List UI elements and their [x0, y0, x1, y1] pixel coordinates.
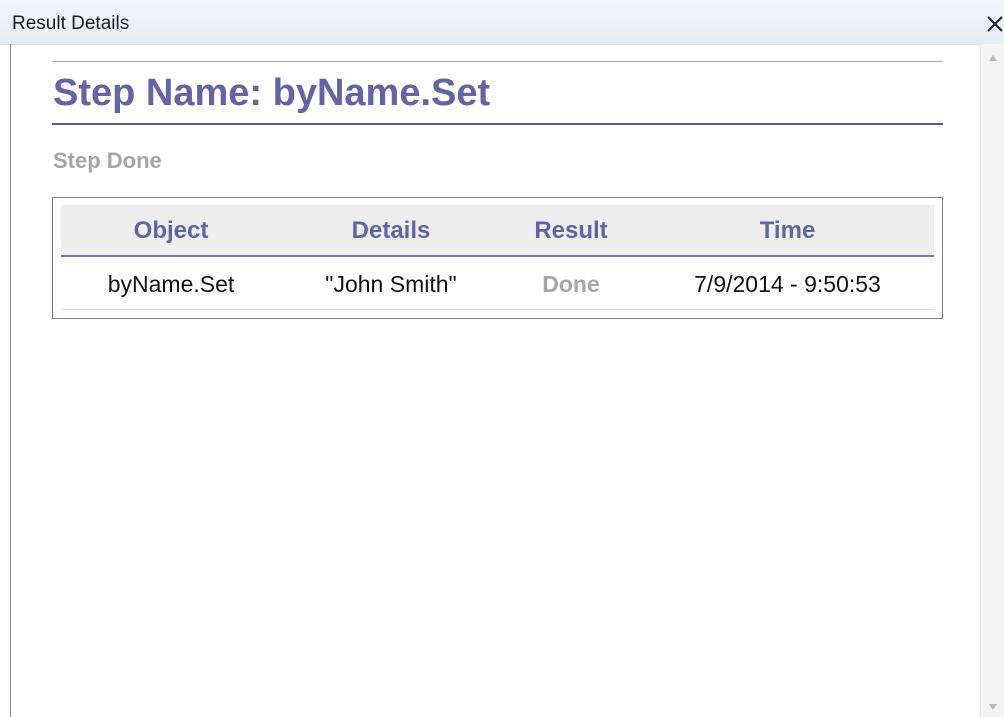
scroll-up-button[interactable] — [981, 48, 1004, 70]
column-header-time: Time — [759, 217, 816, 244]
scroll-down-button[interactable] — [981, 695, 1004, 717]
column-header-result: Result — [534, 217, 608, 244]
close-button[interactable] — [982, 8, 1004, 36]
cell-result: Done — [542, 271, 600, 297]
top-divider — [52, 61, 943, 62]
scroll-down-arrow-icon — [989, 704, 997, 710]
column-header-object: Object — [133, 217, 209, 244]
table-row: byName.Set "John Smith" Done 7/9/2014 - … — [61, 257, 934, 310]
cell-time: 7/9/2014 - 9:50:53 — [694, 271, 881, 297]
table-header: Object Details Result Time — [61, 205, 934, 257]
step-title: Step Name: byName.Set — [53, 72, 491, 114]
title-bar: Result Details — [0, 0, 1004, 45]
cell-object: byName.Set — [107, 271, 235, 297]
result-table: Object Details Result Time byName.Set "J… — [52, 197, 943, 319]
close-icon — [987, 16, 1003, 32]
step-status: Step Done — [53, 148, 162, 173]
title-divider — [52, 123, 943, 125]
cell-details: "John Smith" — [325, 271, 457, 297]
column-header-details: Details — [351, 217, 431, 244]
scroll-up-arrow-icon — [989, 55, 997, 61]
result-details-window: Result Details Step Name: byName.Set Ste… — [0, 0, 1004, 717]
window-title: Result Details — [12, 13, 130, 34]
vertical-scrollbar[interactable] — [980, 44, 1004, 717]
window-left-border — [10, 44, 11, 717]
